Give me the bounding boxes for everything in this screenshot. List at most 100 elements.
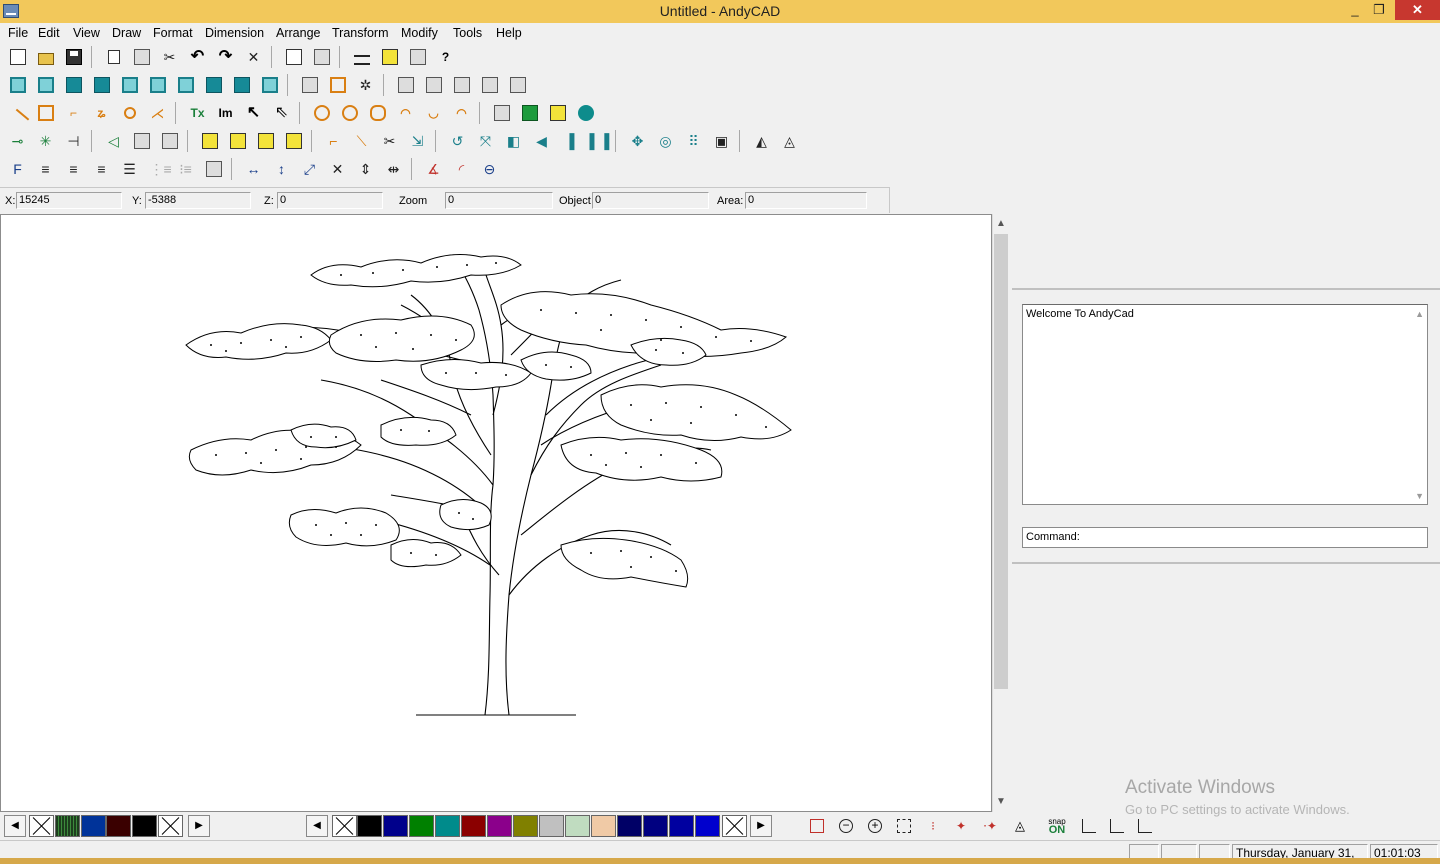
open-button[interactable]	[32, 45, 59, 69]
scroll-thumb[interactable]	[994, 234, 1008, 689]
view-iso-3-button[interactable]	[228, 73, 255, 97]
ungroup-tool[interactable]	[280, 129, 307, 153]
redo-button[interactable]: ↷	[212, 45, 239, 69]
fill-color-swatch[interactable]	[539, 815, 564, 837]
divide-tool[interactable]: ⊣	[60, 129, 87, 153]
save-button[interactable]	[60, 45, 87, 69]
copy-rotate-tool[interactable]: ◎	[652, 129, 679, 153]
maximize-button[interactable]: ❐	[1364, 0, 1394, 20]
view-front-button[interactable]	[60, 73, 87, 97]
fill-color-swatch[interactable]	[669, 815, 694, 837]
chamfer-tool[interactable]: ⟍	[348, 129, 375, 153]
polyline-tool[interactable]: ⌐	[60, 101, 87, 125]
ellipse-2-tool[interactable]	[336, 101, 363, 125]
undo-button[interactable]: ↶	[184, 45, 211, 69]
view-iso-2-button[interactable]	[32, 73, 59, 97]
msg-scroll-up-icon[interactable]: ▲	[1415, 309, 1424, 319]
rect-select-button[interactable]	[804, 815, 830, 837]
fill-color-swatch[interactable]	[409, 815, 434, 837]
scale-tool[interactable]	[128, 129, 155, 153]
menu-dimension[interactable]: Dimension	[205, 26, 264, 40]
pen-palette-next-icon[interactable]: ▶	[188, 815, 210, 837]
menu-draw[interactable]: Draw	[112, 26, 141, 40]
flip-left-tool[interactable]: ◀	[528, 129, 555, 153]
drawing-canvas[interactable]	[0, 214, 992, 812]
render-button[interactable]	[296, 73, 323, 97]
zoom-window-button[interactable]	[891, 815, 917, 837]
align-right-tool[interactable]: ≡	[88, 157, 115, 181]
view-iso-4-button[interactable]	[256, 73, 283, 97]
move-tool[interactable]: ✥	[624, 129, 651, 153]
dim-angular-tool[interactable]: ∡	[420, 157, 447, 181]
fillet-tool[interactable]: ⌐	[320, 129, 347, 153]
circle-tool[interactable]	[116, 101, 143, 125]
fill-color-swatch[interactable]	[617, 815, 642, 837]
fill-color-swatch[interactable]	[695, 815, 720, 837]
fill-tool[interactable]	[488, 101, 515, 125]
line-tool[interactable]	[4, 101, 31, 132]
dim-aligned-tool[interactable]: ⤢	[296, 157, 323, 181]
menu-file[interactable]: File	[8, 26, 28, 40]
scroll-up-icon[interactable]: ▲	[993, 216, 1009, 232]
menu-arrange[interactable]: Arrange	[276, 26, 320, 40]
command-input[interactable]: Command:	[1022, 527, 1428, 548]
fill-color-swatch[interactable]	[513, 815, 538, 837]
text-style-tool[interactable]: F	[4, 157, 31, 181]
fill-color-swatch[interactable]	[591, 815, 616, 837]
align-tool[interactable]: ▐	[556, 129, 583, 153]
fill-color-swatch[interactable]	[565, 815, 590, 837]
explode-tool[interactable]: ⤧	[472, 129, 499, 153]
fill-color-swatch[interactable]	[435, 815, 460, 837]
select-tool[interactable]: ↖	[240, 101, 267, 125]
arc-3-tool[interactable]: ◠	[448, 101, 475, 125]
snap-toggle-button[interactable]: snap ON	[1044, 815, 1070, 837]
erase-button[interactable]: ◬	[1007, 815, 1033, 837]
shade-4-button[interactable]	[476, 73, 503, 97]
help-button[interactable]: ?	[432, 45, 459, 69]
menu-tools[interactable]: Tools	[453, 26, 482, 40]
dim-rotated-tool[interactable]: ✕	[324, 157, 351, 181]
stretch-tool[interactable]	[156, 129, 183, 153]
orbit-button[interactable]: ✲	[352, 73, 379, 97]
snap-center-button[interactable]: ✦	[948, 815, 974, 837]
send-back-tool[interactable]	[224, 129, 251, 153]
calculator-button[interactable]	[404, 45, 431, 69]
fill-palette-prev-icon[interactable]: ◀	[306, 815, 328, 837]
point-tool[interactable]: ⊸	[4, 129, 31, 153]
fill-color-swatch[interactable]	[461, 815, 486, 837]
dim-diameter-tool[interactable]: ⊖	[476, 157, 503, 181]
menu-edit[interactable]: Edit	[38, 26, 60, 40]
pen-color-swatch[interactable]	[81, 815, 106, 837]
fill-color-swatch[interactable]	[487, 815, 512, 837]
pen-palette-prev-icon[interactable]: ◀	[4, 815, 26, 837]
shade-5-button[interactable]	[504, 73, 531, 97]
print-button[interactable]	[308, 45, 335, 69]
message-output-box[interactable]: Welcome To AndyCad ▲ ▼	[1022, 304, 1428, 505]
fill-color-swatch[interactable]	[357, 815, 382, 837]
view-bottom-button[interactable]	[200, 73, 227, 97]
print-preview-button[interactable]	[280, 45, 307, 69]
polar-button[interactable]	[1104, 815, 1130, 837]
shade-1-button[interactable]	[392, 73, 419, 97]
pen-color-swatch[interactable]	[132, 815, 157, 837]
view-back-button[interactable]	[88, 73, 115, 97]
extend-tool[interactable]: ⇲	[404, 129, 431, 153]
scroll-down-icon[interactable]: ▼	[993, 794, 1009, 810]
rectangle-tool[interactable]	[32, 101, 59, 125]
numbered-list-tool[interactable]: ⋮≡	[144, 157, 172, 181]
zoom-in-button[interactable]: +	[862, 815, 888, 837]
ellipse-tool[interactable]	[308, 101, 335, 125]
view-right-button[interactable]	[144, 73, 171, 97]
delete-button[interactable]: ✕	[240, 45, 267, 69]
shade-2-button[interactable]	[420, 73, 447, 97]
cloud-tool[interactable]	[364, 101, 391, 125]
ortho-button[interactable]	[1076, 815, 1102, 837]
group-tool[interactable]	[252, 129, 279, 153]
dim-vertical-tool[interactable]: ↕	[268, 157, 295, 181]
text-tool[interactable]: Tx	[184, 101, 211, 125]
fill-color-swatch[interactable]	[643, 815, 668, 837]
menu-view[interactable]: View	[73, 26, 100, 40]
arc-tool[interactable]: ◠	[392, 101, 419, 125]
zoom-out-button[interactable]: −	[833, 815, 859, 837]
angle-tool[interactable]: ◬	[776, 129, 803, 153]
